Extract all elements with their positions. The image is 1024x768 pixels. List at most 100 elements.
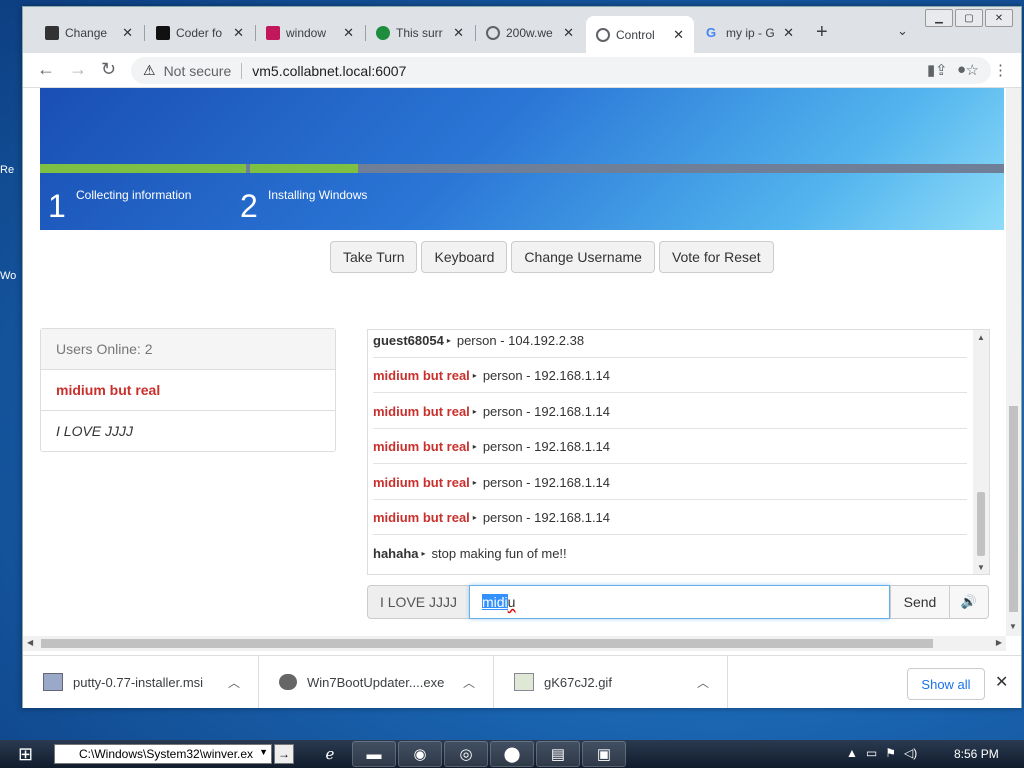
- tab-active[interactable]: Control ✕: [586, 16, 694, 53]
- vm-control-buttons: Take Turn Keyboard Change Username Vote …: [330, 241, 774, 273]
- share-icon[interactable]: ⇪: [935, 61, 948, 79]
- chat-text: person - 104.192.2.38: [456, 332, 585, 348]
- scroll-down-icon[interactable]: ▼: [977, 563, 985, 572]
- globe-icon: [596, 27, 610, 42]
- download-item[interactable]: Win7BootUpdater....exe ︿: [259, 656, 494, 708]
- clock[interactable]: 8:56 PM: [954, 747, 999, 761]
- close-icon[interactable]: ✕: [343, 25, 354, 41]
- chat-scrollbar[interactable]: ▲ ▼: [973, 330, 989, 574]
- chat-text: stop making fun of me!!: [431, 546, 567, 561]
- media-player-icon[interactable]: ◉: [398, 741, 442, 767]
- page-scroll-thumb[interactable]: [1009, 406, 1018, 612]
- vm-display[interactable]: 1 Collecting information 2 Installing Wi…: [40, 88, 1004, 230]
- take-turn-button[interactable]: Take Turn: [330, 241, 418, 273]
- tab-search-chevron-icon[interactable]: ⌄: [897, 23, 908, 39]
- file-explorer-icon[interactable]: ▬: [352, 741, 396, 767]
- caret-right-icon: ▸: [472, 512, 477, 522]
- maximize-button[interactable]: ▢: [955, 9, 983, 27]
- scroll-up-icon[interactable]: ▲: [977, 333, 985, 342]
- show-hidden-icons-icon[interactable]: ▲: [846, 746, 858, 760]
- speaker-icon: 🔊: [960, 594, 978, 609]
- change-username-button[interactable]: Change Username: [511, 241, 655, 273]
- tab[interactable]: Change ✕: [35, 18, 143, 48]
- app-icon[interactable]: ⬤: [490, 741, 534, 767]
- new-tab-button[interactable]: +: [816, 21, 828, 44]
- close-icon[interactable]: ✕: [122, 25, 133, 41]
- chat-text: person - 192.168.1.14: [482, 509, 611, 525]
- action-center-icon[interactable]: ⚑: [885, 746, 896, 760]
- chat-message: guest68054 ▸ person - 104.192.2.38: [373, 330, 967, 358]
- step-label: Collecting information: [76, 188, 192, 202]
- back-arrow-icon[interactable]: ←: [37, 59, 55, 80]
- star-bookmark-icon[interactable]: ☆: [966, 61, 979, 79]
- user-list-item[interactable]: midium but real: [41, 370, 335, 411]
- not-secure-label[interactable]: Not secure: [164, 63, 232, 79]
- chat-username: hahaha: [373, 546, 419, 561]
- volume-icon[interactable]: ◁): [904, 746, 917, 760]
- tab[interactable]: window ✕: [256, 18, 364, 48]
- url-text[interactable]: vm5.collabnet.local:6007: [252, 63, 406, 79]
- close-icon[interactable]: ✕: [783, 25, 794, 41]
- chat-input[interactable]: midi u: [469, 585, 890, 619]
- windows-start-icon[interactable]: ⊞: [18, 744, 33, 765]
- warning-triangle-icon[interactable]: ⚠: [143, 62, 156, 79]
- window-controls: ▁ ▢ ✕: [925, 9, 1013, 27]
- chat-username: midium but real: [373, 474, 470, 490]
- chat-scroll-thumb[interactable]: [977, 492, 985, 556]
- horizontal-scroll-thumb[interactable]: [41, 639, 933, 648]
- address-bar[interactable]: ⚠ Not secure vm5.collabnet.local:6007 ⇪ …: [131, 57, 991, 84]
- chrome-icon[interactable]: ◎: [444, 741, 488, 767]
- scroll-right-icon[interactable]: ▶: [996, 638, 1002, 647]
- network-icon[interactable]: ▭: [866, 746, 877, 760]
- forward-arrow-icon[interactable]: →: [69, 59, 87, 80]
- tab[interactable]: This surr ✕: [366, 18, 474, 48]
- vote-reset-button[interactable]: Vote for Reset: [658, 241, 774, 273]
- page-vertical-scrollbar[interactable]: ▼: [1006, 88, 1021, 636]
- close-icon[interactable]: ✕: [563, 25, 574, 41]
- close-icon[interactable]: ✕: [233, 25, 244, 41]
- go-arrow-button[interactable]: →: [274, 744, 294, 764]
- chevron-up-icon[interactable]: ︿: [697, 674, 709, 691]
- keyboard-button[interactable]: Keyboard: [421, 241, 508, 273]
- caret-right-icon: ▸: [421, 549, 426, 558]
- tab-label: window: [286, 26, 327, 40]
- minimize-button[interactable]: ▁: [925, 9, 953, 27]
- browser-toolbar: ← → ↻ ⚠ Not secure vm5.collabnet.local:6…: [23, 53, 1021, 88]
- send-button[interactable]: Send: [890, 585, 950, 619]
- caret-right-icon: ▸: [446, 335, 451, 345]
- desktop-icon-label[interactable]: Re: [0, 164, 22, 176]
- chat-username: midium but real: [373, 403, 470, 419]
- users-online-panel: Users Online: 2 midium but real I LOVE J…: [40, 328, 336, 452]
- tab[interactable]: 200w.we ✕: [476, 18, 584, 48]
- close-icon[interactable]: ✕: [453, 25, 464, 41]
- winver-icon[interactable]: ▣: [582, 741, 626, 767]
- close-window-button[interactable]: ✕: [985, 9, 1013, 27]
- download-item[interactable]: putty-0.77-installer.msi ︿: [23, 656, 259, 708]
- chevron-up-icon[interactable]: ︿: [228, 674, 240, 691]
- volume-button[interactable]: 🔊: [950, 585, 989, 619]
- sidebar-panel-icon[interactable]: ▮: [927, 61, 935, 79]
- address-toolbar-input[interactable]: C:\Windows\System32\winver.ex ▼: [54, 744, 272, 764]
- close-icon[interactable]: ✕: [995, 672, 1008, 692]
- page-horizontal-scrollbar[interactable]: ◀ ▶: [23, 636, 1006, 651]
- desktop-icon-label[interactable]: Wo: [0, 270, 22, 282]
- chevron-up-icon[interactable]: ︿: [463, 674, 475, 691]
- tab[interactable]: Coder fo ✕: [146, 18, 254, 48]
- menu-kebab-icon[interactable]: ⋮: [993, 61, 1008, 79]
- download-item[interactable]: gK67cJ2.gif ︿: [494, 656, 728, 708]
- scroll-down-icon[interactable]: ▼: [1009, 622, 1017, 631]
- show-all-button[interactable]: Show all: [907, 668, 985, 700]
- internet-explorer-icon[interactable]: ℯ: [308, 741, 352, 767]
- chat-log[interactable]: guest68054 ▸ person - 104.192.2.38 midiu…: [367, 329, 990, 575]
- user-list-item[interactable]: I LOVE JJJJ: [41, 411, 335, 451]
- caret-right-icon: ▸: [472, 477, 477, 487]
- close-icon[interactable]: ✕: [673, 27, 684, 43]
- download-bar: putty-0.77-installer.msi ︿ Win7BootUpdat…: [23, 655, 1021, 708]
- dropdown-arrow-icon[interactable]: ▼: [259, 747, 268, 757]
- chat-text: person - 192.168.1.14: [482, 438, 611, 454]
- scroll-left-icon[interactable]: ◀: [27, 638, 33, 647]
- reload-icon[interactable]: ↻: [101, 59, 116, 80]
- profile-avatar-icon[interactable]: ●: [957, 61, 966, 78]
- notepad-icon[interactable]: ▤: [536, 741, 580, 767]
- tab[interactable]: G my ip - G ✕: [696, 18, 804, 48]
